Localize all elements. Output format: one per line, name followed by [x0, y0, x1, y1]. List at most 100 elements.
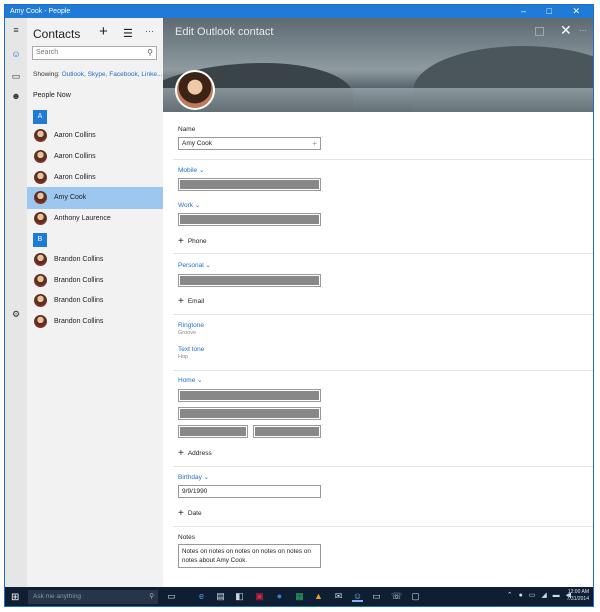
phone-icon[interactable]: ☏	[391, 591, 402, 602]
birthday-value: 9/9/1990	[182, 488, 208, 495]
showing-sources[interactable]: Outlook, Skype, Facebook, Linke...	[62, 71, 163, 78]
avatar	[34, 315, 47, 328]
add-email-label: Email	[187, 298, 205, 305]
edge-icon[interactable]: e	[196, 591, 207, 602]
city-field[interactable]	[178, 425, 248, 438]
contact-name: Brandon Collins	[54, 256, 104, 263]
work-field[interactable]	[178, 213, 321, 226]
avatar	[34, 212, 47, 225]
media-icon[interactable]: ●	[274, 591, 285, 602]
name-field[interactable]: Amy Cook +	[178, 137, 321, 150]
pane-title: Contacts	[33, 27, 81, 41]
list-item-selected[interactable]: Amy Cook	[27, 187, 163, 209]
mail-icon[interactable]: ✉	[333, 591, 344, 602]
list-item[interactable]: Brandon Collins	[27, 290, 163, 312]
start-icon[interactable]: ⊞	[11, 592, 19, 603]
cortana-search-input[interactable]: Ask me anything ⚲	[28, 590, 158, 604]
personal-label[interactable]: Personal ⌄	[178, 261, 211, 269]
messaging-icon[interactable]: ▭	[371, 591, 382, 602]
zip-field[interactable]	[253, 425, 321, 438]
add-contact-button[interactable]: +	[99, 23, 108, 40]
texttone-label[interactable]: Text tone	[178, 346, 204, 353]
more-icon[interactable]: ···	[579, 26, 587, 35]
menu-icon[interactable]: ≡	[10, 24, 22, 36]
showing-filter[interactable]: Showing: Outlook, Skype, Facebook, Linke…	[33, 71, 162, 78]
mobile-label[interactable]: Mobile ⌄	[178, 166, 204, 174]
plus-icon: +	[178, 296, 184, 307]
people-icon[interactable]: ☺	[10, 48, 22, 60]
more-button[interactable]: ···	[145, 26, 154, 36]
clock[interactable]: 12:00 AM 7/31/2014	[567, 589, 589, 603]
avatar	[34, 171, 47, 184]
people-app-icon[interactable]: ☺	[352, 591, 363, 602]
list-item[interactable]: Brandon Collins	[27, 270, 163, 292]
group-letter-a[interactable]: A	[33, 110, 47, 124]
list-item[interactable]: Anthony Laurence	[27, 208, 163, 230]
showing-prefix: Showing:	[33, 71, 60, 78]
contact-photo[interactable]	[175, 70, 215, 110]
add-email-button[interactable]: + Email	[178, 296, 204, 307]
photos-icon[interactable]: ▢	[410, 591, 421, 602]
add-address-label: Address	[187, 450, 212, 457]
list-item[interactable]: Aaron Collins	[27, 146, 163, 168]
street-field[interactable]	[178, 389, 321, 402]
name-value: Amy Cook	[182, 140, 212, 147]
add-date-button[interactable]: + Date	[178, 508, 202, 519]
app-window: Amy Cook - People – □ ✕ ≡ ☺ ▭ ☻ ⚙ Contac…	[4, 4, 594, 607]
group-letter-b[interactable]: B	[33, 233, 47, 247]
taskbar: ⊞ Ask me anything ⚲ ▭ e ▤ ◧ ▣ ● ▦ ▲ ✉ ☺ …	[5, 587, 593, 606]
add-address-button[interactable]: + Address	[178, 448, 212, 459]
search-icon[interactable]: ⚲	[147, 47, 153, 59]
list-item[interactable]: Aaron Collins	[27, 125, 163, 147]
work-label[interactable]: Work ⌄	[178, 201, 200, 209]
file-explorer-icon[interactable]: ▤	[215, 591, 226, 602]
clock-date: 7/31/2014	[566, 596, 589, 602]
avatar	[34, 294, 47, 307]
mobile-field[interactable]	[178, 178, 321, 191]
task-view-icon[interactable]: ▭	[166, 591, 177, 602]
contacts-icon[interactable]: ☻	[10, 90, 22, 102]
edit-contact-panel: Edit Outlook contact ✕ ··· Name Amy Cook…	[163, 18, 593, 587]
window-controls[interactable]: – □ ✕	[521, 5, 589, 18]
list-item[interactable]: Aaron Collins	[27, 167, 163, 189]
ringtone-label[interactable]: Ringtone	[178, 322, 204, 329]
save-icon[interactable]	[535, 27, 544, 36]
street2-field[interactable]	[178, 407, 321, 420]
system-tray[interactable]: ⌃ ● ▭ ◢ ▬ ◀	[507, 591, 573, 599]
onenote-icon[interactable]: ▣	[254, 591, 265, 602]
panel-title: Edit Outlook contact	[175, 26, 274, 38]
calculator-icon[interactable]: ▦	[294, 591, 305, 602]
plus-icon: +	[178, 508, 184, 519]
notes-field[interactable]: Notes on notes on notes on notes on note…	[178, 544, 321, 568]
add-date-label: Date	[187, 510, 202, 517]
people-now-link[interactable]: People Now	[33, 92, 71, 99]
email-field[interactable]	[178, 274, 321, 287]
list-item[interactable]: Brandon Collins	[27, 311, 163, 333]
plus-icon: +	[178, 448, 184, 459]
store-icon[interactable]: ◧	[234, 591, 245, 602]
contact-name: Brandon Collins	[54, 277, 104, 284]
birthday-label[interactable]: Birthday ⌄	[178, 473, 209, 481]
settings-icon[interactable]: ⚙	[10, 308, 22, 320]
name-label: Name	[178, 126, 196, 133]
select-button[interactable]: ☰	[123, 27, 133, 40]
contact-name: Aaron Collins	[54, 132, 96, 139]
contact-name: Aaron Collins	[54, 174, 96, 181]
window-title: Amy Cook - People	[10, 8, 71, 15]
chat-icon[interactable]: ▭	[10, 70, 22, 82]
close-icon[interactable]: ✕	[560, 22, 572, 39]
contact-name: Aaron Collins	[54, 153, 96, 160]
cortana-placeholder: Ask me anything	[33, 593, 82, 600]
add-phone-button[interactable]: + Phone	[178, 236, 207, 247]
vlc-icon[interactable]: ▲	[313, 591, 324, 602]
expand-name-icon[interactable]: +	[312, 138, 317, 149]
nav-rail: ≡ ☺ ▭ ☻ ⚙	[5, 18, 27, 587]
notes-label: Notes	[178, 534, 195, 541]
contacts-pane: Contacts + ☰ ··· Search ⚲ Showing: Outlo…	[27, 18, 163, 587]
microphone-icon[interactable]: ⚲	[149, 590, 154, 604]
home-label[interactable]: Home ⌄	[178, 376, 203, 384]
list-item[interactable]: Brandon Collins	[27, 249, 163, 271]
texttone-value: Hop	[178, 354, 189, 360]
search-input[interactable]: Search ⚲	[32, 46, 157, 60]
birthday-field[interactable]: 9/9/1990	[178, 485, 321, 498]
